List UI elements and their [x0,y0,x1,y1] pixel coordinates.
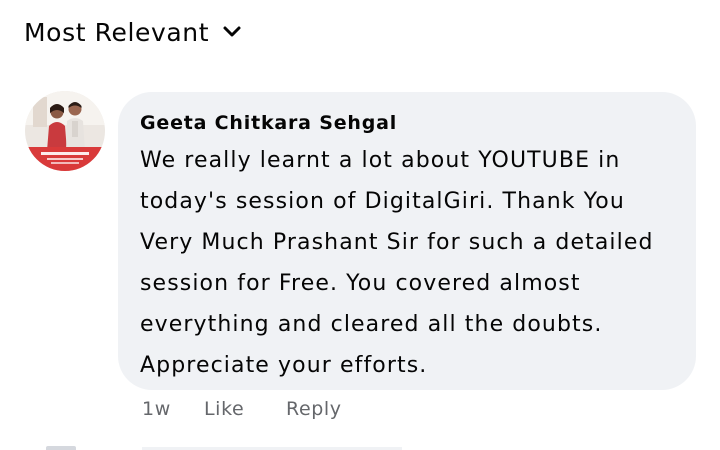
like-button[interactable]: Like [204,398,286,420]
profile-photo-avatar [25,91,105,171]
sort-dropdown[interactable]: Most Relevant [24,12,243,52]
comment-text: We really learnt a lot about YOUTUBE in … [140,148,654,378]
sort-label: Most Relevant [24,17,210,47]
comment-bubble: Geeta Chitkara Sehgal We really learnt a… [118,92,696,390]
comment-author[interactable]: Geeta Chitkara Sehgal [140,112,672,134]
reply-button[interactable]: Reply [286,398,342,420]
next-comment-avatar [46,446,76,450]
comment-actions: 1w Like Reply [142,393,342,425]
chevron-down-icon [221,21,243,43]
comment-timestamp[interactable]: 1w [142,398,204,420]
avatar[interactable] [25,91,105,171]
